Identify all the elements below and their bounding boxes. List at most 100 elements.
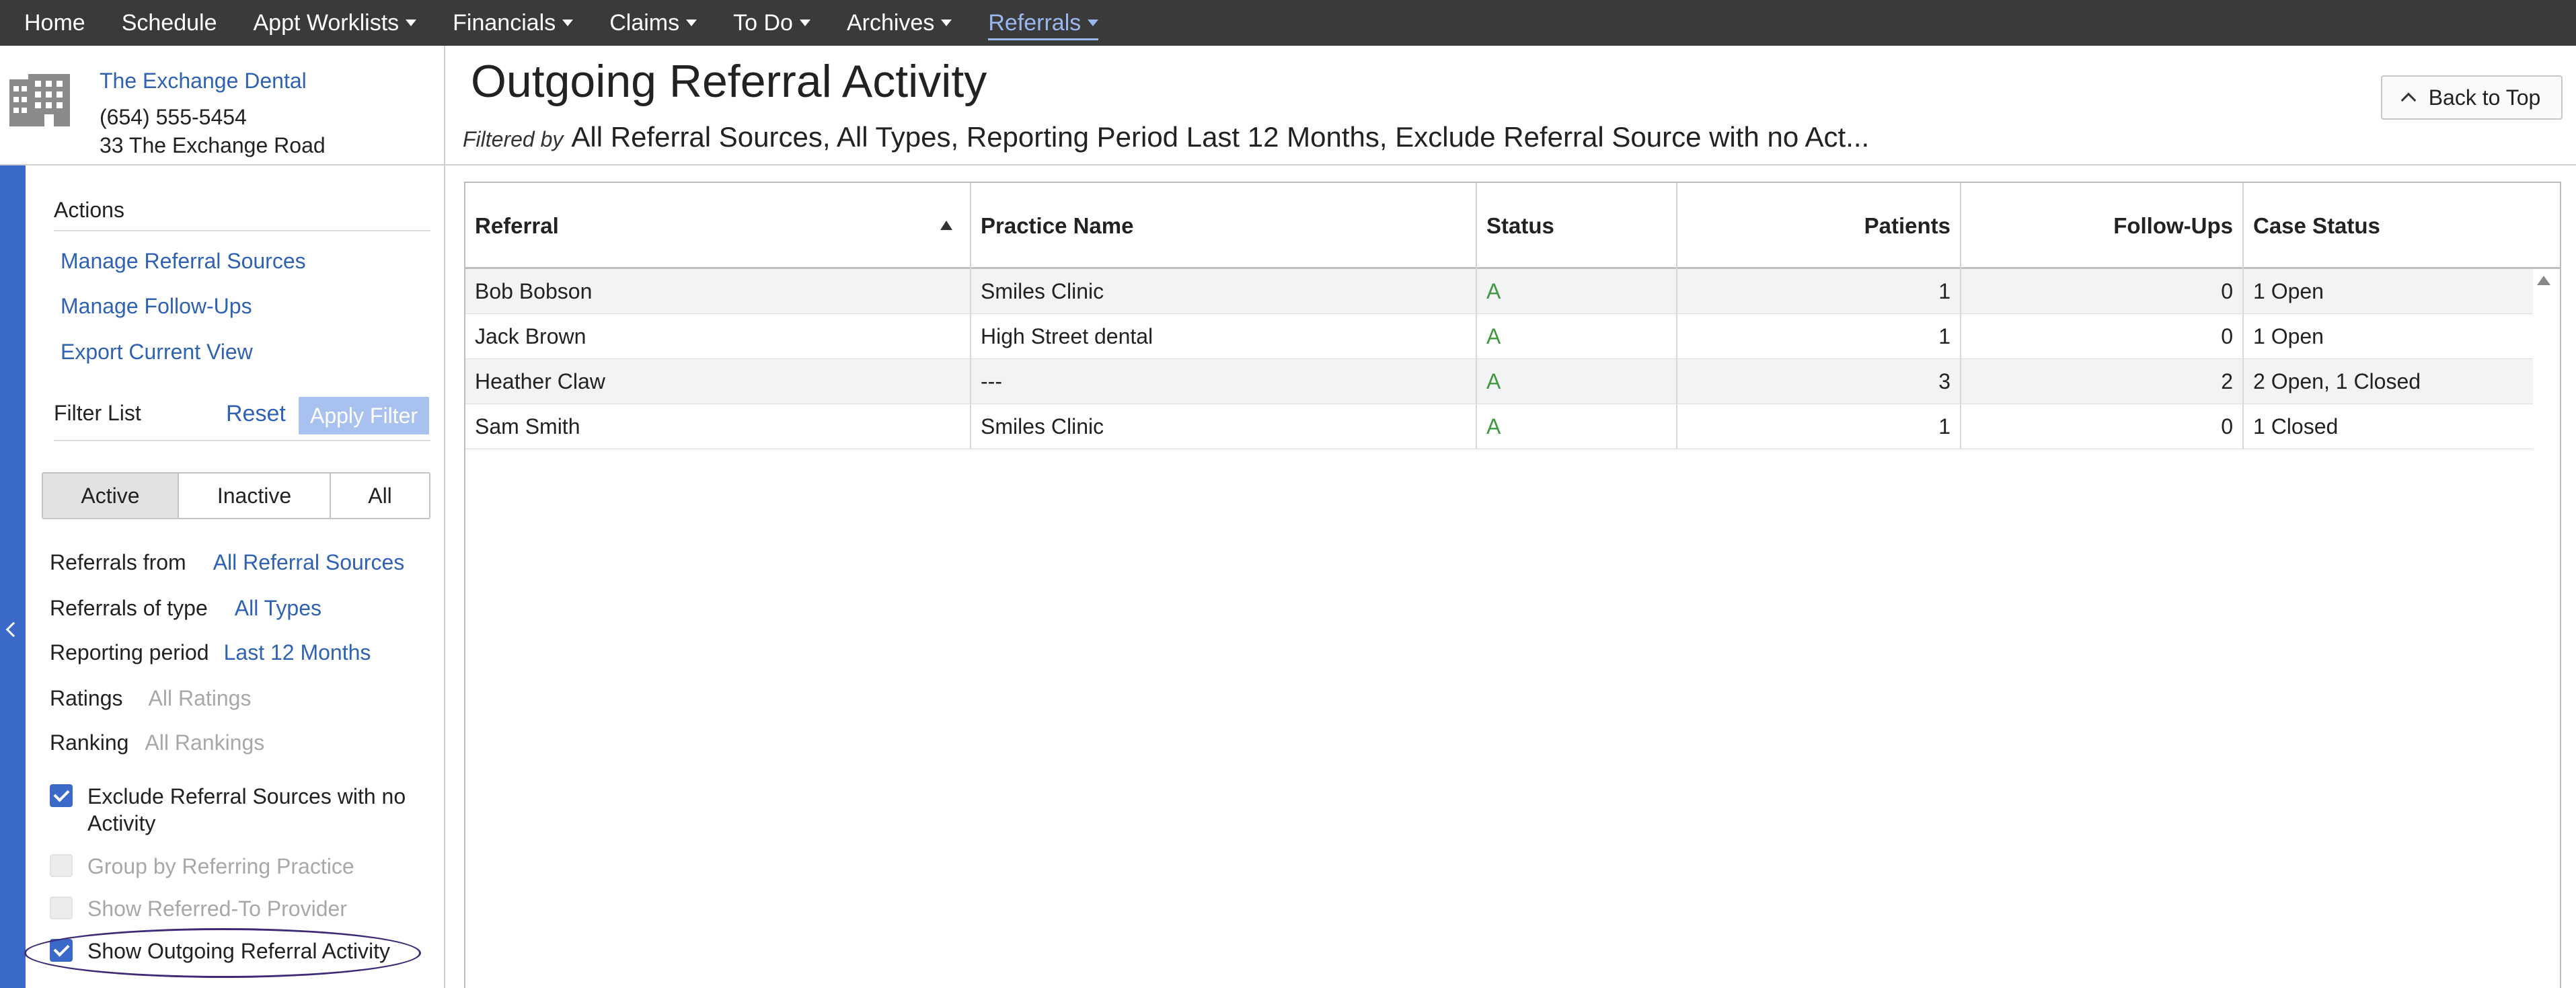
top-navigation-bar: Home Schedule Appt Worklists Financials … [0, 0, 2576, 46]
table-row[interactable]: Jack Brown High Street dental A 1 0 1 Op… [465, 314, 2533, 359]
show-referred-to-provider-checkbox: Show Referred-To Provider [50, 895, 347, 922]
filter-divider [54, 440, 430, 441]
column-header-practice-name[interactable]: Practice Name [971, 183, 1477, 269]
checkbox-disabled-icon [50, 897, 73, 919]
show-referred-to-provider-label: Show Referred-To Provider [87, 897, 347, 921]
caret-down-icon [562, 20, 574, 26]
nav-home-label: Home [24, 10, 85, 36]
reporting-period-label: Reporting period [50, 640, 209, 664]
referral-activity-table: Referral Practice Name Status Patients F… [464, 182, 2561, 988]
table-header: Referral Practice Name Status Patients F… [465, 183, 2560, 269]
column-header-label: Follow-Ups [2113, 213, 2233, 238]
sort-ascending-icon [940, 221, 952, 230]
cell-status: A [1477, 269, 1677, 314]
cell-referral: Bob Bobson [465, 269, 971, 314]
cell-case-status: 2 Open, 1 Closed [2253, 369, 2421, 393]
ratings-label: Ratings [50, 686, 123, 710]
reset-filter-link[interactable]: Reset [226, 401, 286, 427]
nav-appt-worklists-label: Appt Worklists [253, 10, 400, 36]
building-icon [9, 74, 70, 126]
ranking-value: All Rankings [145, 730, 265, 755]
caret-down-icon [941, 20, 952, 26]
cell-status: A [1477, 359, 1677, 404]
caret-down-icon [686, 20, 697, 26]
filter-referrals-from: Referrals from All Referral Sources [50, 550, 404, 575]
column-header-label: Patients [1864, 213, 1950, 238]
cell-referral: Jack Brown [465, 314, 971, 359]
cell-patients: 3 [1677, 359, 1961, 404]
cell-case-status: 1 Open [2253, 279, 2324, 303]
cell-case-status: 1 Open [2253, 324, 2324, 348]
filter-ranking: Ranking All Rankings [50, 730, 264, 755]
practice-info-panel: The Exchange Dental (654) 555-5454 33 Th… [0, 46, 445, 165]
nav-referrals-label: Referrals [988, 10, 1082, 36]
column-header-label: Case Status [2253, 213, 2380, 238]
column-header-patients[interactable]: Patients [1677, 183, 1961, 269]
apply-filter-button[interactable]: Apply Filter [299, 397, 429, 434]
exclude-no-activity-checkbox[interactable]: Exclude Referral Sources with no Activit… [50, 783, 426, 837]
actions-divider [54, 230, 430, 231]
filter-referrals-type: Referrals of type All Types [50, 596, 321, 621]
back-to-top-label: Back to Top [2428, 85, 2541, 110]
caret-down-icon [406, 20, 417, 26]
cell-patients: 1 [1677, 314, 1961, 359]
filter-reporting-period: Reporting period Last 12 Months [50, 640, 371, 665]
table-row[interactable]: Bob Bobson Smiles Clinic A 1 0 1 Open [465, 269, 2533, 314]
nav-schedule[interactable]: Schedule [122, 0, 217, 46]
cell-case-status: 1 Closed [2253, 414, 2339, 439]
chevron-left-icon [5, 621, 22, 638]
filter-summary: Filtered by All Referral Sources, All Typ… [463, 121, 1869, 153]
export-current-view-link[interactable]: Export Current View [61, 340, 253, 365]
nav-to-do-label: To Do [733, 10, 793, 36]
nav-appt-worklists[interactable]: Appt Worklists [253, 0, 417, 46]
sidebar-collapse-toggle[interactable] [0, 165, 26, 988]
show-outgoing-activity-checkbox[interactable]: Show Outgoing Referral Activity [50, 938, 390, 964]
table-row[interactable]: Heather Claw --- A 3 2 2 Open, 1 Closed [465, 359, 2533, 404]
scroll-up-arrow-icon[interactable] [2537, 276, 2550, 285]
reporting-period-value-link[interactable]: Last 12 Months [224, 640, 371, 664]
nav-home[interactable]: Home [24, 0, 85, 46]
column-header-case-status[interactable]: Case Status [2244, 183, 2560, 269]
cell-patients: 1 [1677, 404, 1961, 449]
referrals-from-value-link[interactable]: All Referral Sources [213, 550, 405, 574]
nav-archives[interactable]: Archives [847, 0, 952, 46]
column-header-referral[interactable]: Referral [465, 183, 971, 269]
nav-claims[interactable]: Claims [609, 0, 697, 46]
show-outgoing-activity-label: Show Outgoing Referral Activity [87, 939, 390, 963]
column-header-follow-ups[interactable]: Follow-Ups [1961, 183, 2244, 269]
column-header-label: Practice Name [981, 213, 1134, 238]
nav-claims-label: Claims [609, 10, 680, 36]
caret-down-icon [799, 20, 810, 26]
segment-inactive[interactable]: Inactive [179, 473, 331, 518]
segment-all[interactable]: All [331, 473, 429, 518]
practice-phone: (654) 555-5454 [100, 105, 247, 129]
manage-follow-ups-link[interactable]: Manage Follow-Ups [61, 294, 252, 319]
manage-referral-sources-link[interactable]: Manage Referral Sources [61, 249, 306, 274]
cell-referral: Sam Smith [465, 404, 971, 449]
cell-follow-ups: 0 [1961, 269, 2244, 314]
cell-status: A [1477, 404, 1677, 449]
referrals-type-value-link[interactable]: All Types [235, 596, 321, 620]
page-title: Outgoing Referral Activity [471, 56, 987, 107]
nav-to-do[interactable]: To Do [733, 0, 810, 46]
group-by-practice-label: Group by Referring Practice [87, 854, 354, 878]
ranking-label: Ranking [50, 730, 129, 755]
cell-practice-name: --- [971, 359, 1477, 404]
column-header-label: Referral [475, 213, 559, 238]
practice-name-link[interactable]: The Exchange Dental [100, 69, 307, 93]
segment-active[interactable]: Active [43, 473, 179, 518]
back-to-top-button[interactable]: Back to Top [2381, 75, 2563, 120]
status-segmented-control: Active Inactive All [42, 472, 430, 519]
column-header-status[interactable]: Status [1477, 183, 1677, 269]
cell-practice-name: Smiles Clinic [971, 404, 1477, 449]
cell-practice-name: Smiles Clinic [971, 269, 1477, 314]
chevron-up-icon [2400, 92, 2417, 108]
nav-schedule-label: Schedule [121, 10, 217, 36]
nav-referrals[interactable]: Referrals [988, 0, 1099, 46]
actions-heading: Actions [54, 198, 124, 222]
exclude-no-activity-label: Exclude Referral Sources with no Activit… [87, 784, 406, 835]
table-row[interactable]: Sam Smith Smiles Clinic A 1 0 1 Closed [465, 404, 2533, 449]
cell-follow-ups: 2 [1961, 359, 2244, 404]
nav-financials[interactable]: Financials [453, 0, 574, 46]
nav-financials-label: Financials [453, 10, 556, 36]
